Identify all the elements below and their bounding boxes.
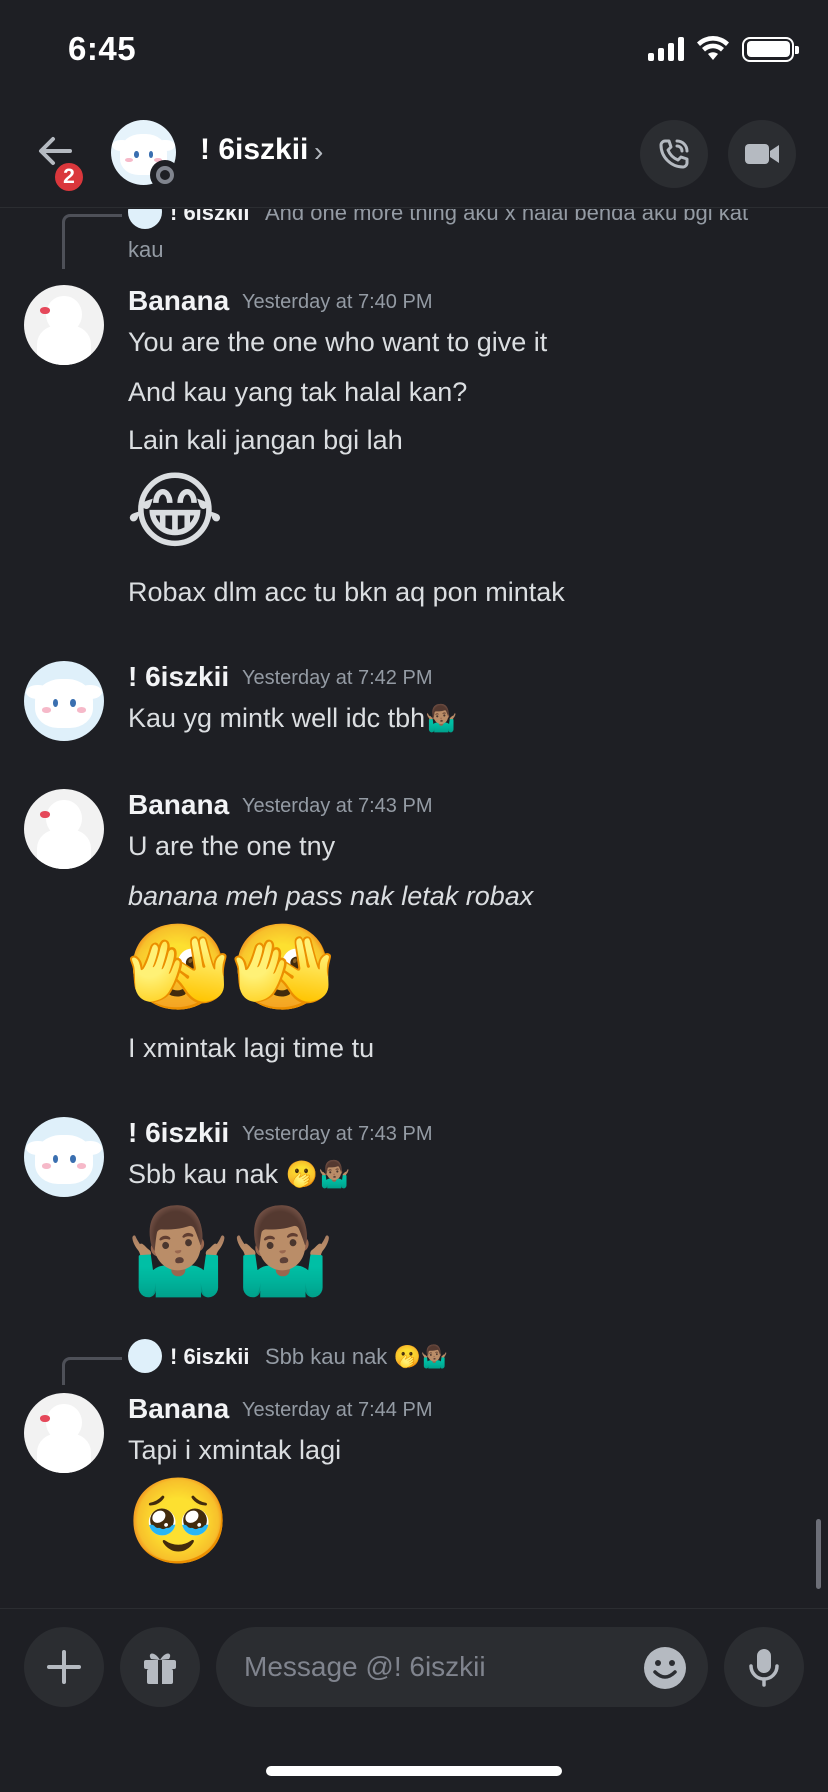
status-time: 6:45 — [68, 30, 137, 67]
offline-status-icon — [150, 160, 180, 190]
battery-icon — [742, 36, 799, 62]
chat-header: 2 ! 6iszkii › — [0, 100, 828, 208]
message-emoji[interactable]: 🥹 — [126, 1479, 231, 1563]
message-text[interactable]: Lain kali jangan bgi lah — [128, 425, 403, 456]
scrollbar[interactable] — [816, 1519, 821, 1589]
voice-message-button[interactable] — [724, 1627, 804, 1707]
message-text[interactable]: I xmintak lagi time tu — [128, 1033, 374, 1064]
status-bar: 6:45 — [0, 0, 828, 100]
reply-connector — [62, 214, 122, 269]
header-username[interactable]: ! 6iszkii — [200, 133, 308, 167]
reply-avatar — [128, 209, 162, 229]
gift-icon — [144, 1653, 176, 1684]
message-text[interactable]: Robax dlm acc tu bkn aq pon mintak — [128, 577, 565, 608]
inline-emoji: 🫢🤷🏽‍♂️ — [285, 1159, 351, 1189]
message-timestamp: Yesterday at 7:42 PM — [242, 667, 433, 689]
message-timestamp: Yesterday at 7:43 PM — [242, 1123, 433, 1145]
message-emoji[interactable]: 🤷🏽‍♂️🤷🏽‍♂️ — [126, 1209, 335, 1293]
message-emoji[interactable]: 😂 — [126, 469, 224, 553]
message-text-content: Kau yg mintk well idc tbh — [128, 703, 426, 733]
avatar[interactable] — [24, 789, 104, 869]
avatar[interactable] — [24, 1393, 104, 1473]
attach-button[interactable] — [24, 1627, 104, 1707]
message-list[interactable]: ! 6iszkii And one more thing aku x halal… — [0, 209, 828, 1609]
phone-call-icon — [659, 139, 689, 169]
reply-text-continued[interactable]: kau — [128, 237, 163, 263]
message-author[interactable]: Banana — [128, 789, 229, 821]
chevron-right-icon[interactable]: › — [314, 136, 323, 168]
message-text[interactable]: U are the one tny — [128, 831, 335, 862]
message-text[interactable]: Tapi i xmintak lagi — [128, 1435, 341, 1466]
message-text[interactable]: Kau yg mintk well idc tbh🤷🏽‍♂️ — [128, 703, 458, 734]
reply-text-content: Sbb kau nak — [265, 1344, 394, 1369]
avatar[interactable] — [24, 1117, 104, 1197]
reply-emoji: 🫢🤷🏽‍♂️ — [393, 1344, 449, 1369]
reply-connector — [62, 1357, 122, 1385]
message-emoji[interactable]: 🫣🫣 — [126, 925, 335, 1009]
message-timestamp: Yesterday at 7:44 PM — [242, 1399, 433, 1421]
voice-call-button[interactable] — [640, 120, 708, 188]
avatar[interactable] — [24, 661, 104, 741]
message-input[interactable] — [216, 1627, 708, 1707]
message-text[interactable]: And kau yang tak halal kan? — [128, 377, 467, 408]
message-text-content: Sbb kau nak — [128, 1159, 286, 1189]
emoji-icon — [644, 1647, 686, 1689]
message-text[interactable]: Sbb kau nak 🫢🤷🏽‍♂️ — [128, 1159, 350, 1190]
video-camera-icon — [745, 144, 779, 164]
message-author[interactable]: Banana — [128, 285, 229, 317]
reply-avatar — [128, 1339, 162, 1373]
message-timestamp: Yesterday at 7:40 PM — [242, 291, 433, 313]
video-call-button[interactable] — [728, 120, 796, 188]
message-text[interactable]: banana meh pass nak letak robax — [128, 881, 533, 912]
reply-text[interactable]: Sbb kau nak 🫢🤷🏽‍♂️ — [265, 1344, 448, 1370]
microphone-icon — [749, 1649, 779, 1687]
emoji-button[interactable] — [642, 1645, 688, 1691]
message-author[interactable]: ! 6iszkii — [128, 661, 229, 693]
status-icons — [648, 36, 799, 62]
wifi-icon — [697, 36, 729, 60]
home-indicator[interactable] — [266, 1766, 562, 1776]
reply-text[interactable]: And one more thing aku x halal benda aku… — [265, 209, 748, 226]
message-timestamp: Yesterday at 7:43 PM — [242, 795, 433, 817]
avatar[interactable] — [24, 285, 104, 365]
plus-icon — [47, 1650, 81, 1684]
cellular-signal-icon — [648, 37, 684, 61]
gift-button[interactable] — [120, 1627, 200, 1707]
message-author[interactable]: Banana — [128, 1393, 229, 1425]
reply-author[interactable]: ! 6iszkii — [170, 1344, 249, 1370]
message-text[interactable]: You are the one who want to give it — [128, 327, 547, 358]
reply-author[interactable]: ! 6iszkii — [170, 209, 249, 226]
unread-badge: 2 — [52, 160, 86, 194]
message-composer — [0, 1608, 828, 1792]
shrug-emoji: 🤷🏽‍♂️ — [425, 703, 458, 733]
message-author[interactable]: ! 6iszkii — [128, 1117, 229, 1149]
